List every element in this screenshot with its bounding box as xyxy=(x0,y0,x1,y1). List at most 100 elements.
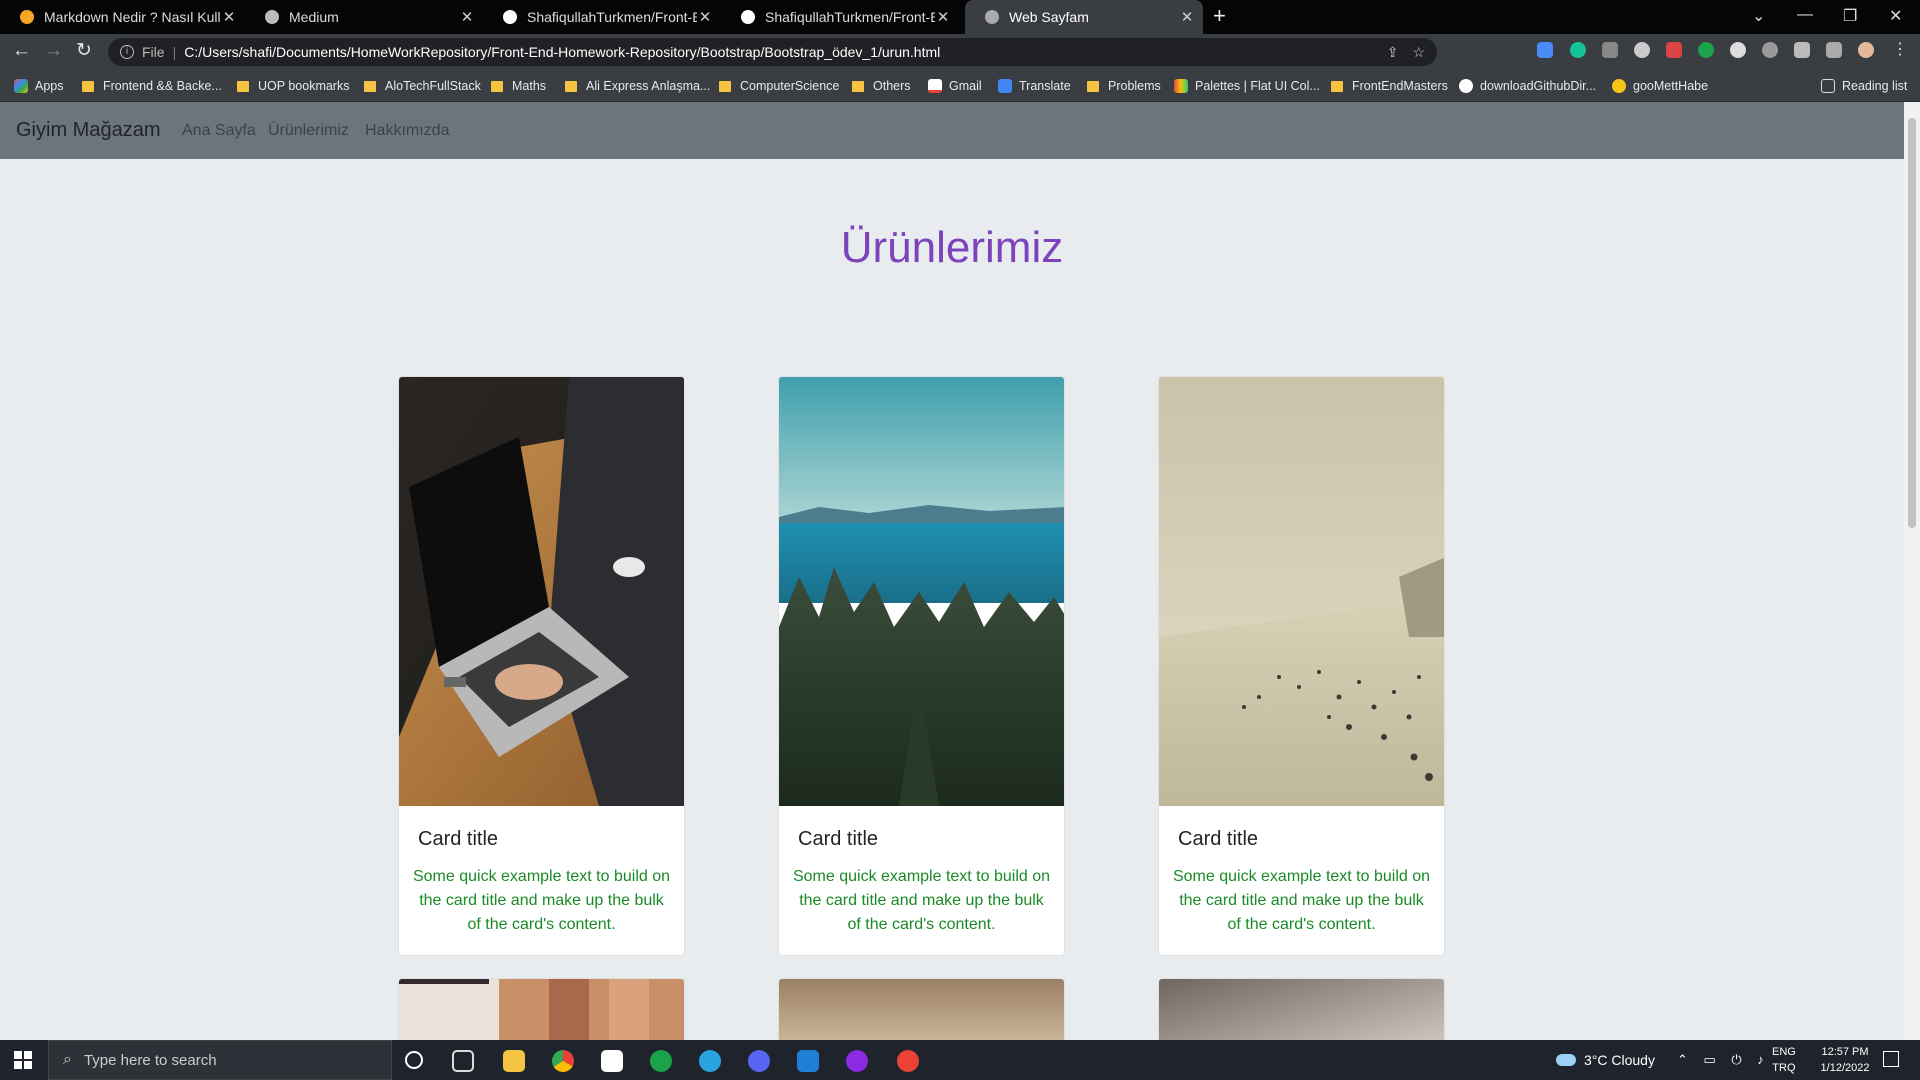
address-url[interactable]: C:/Users/shafi/Documents/HomeWorkReposit… xyxy=(184,44,940,60)
task-view-icon[interactable] xyxy=(452,1050,474,1072)
weather-widget[interactable]: 3°C Cloudy xyxy=(1556,1040,1655,1080)
bookmark-folder[interactable]: Maths xyxy=(491,76,546,96)
new-tab-icon[interactable]: + xyxy=(1213,5,1226,27)
browser-tab[interactable]: Markdown Nedir ? Nasıl Kullanılır ✕ xyxy=(0,0,245,34)
info-icon[interactable]: i xyxy=(120,45,134,59)
folder-icon xyxy=(491,80,503,92)
browser-tab[interactable]: ShafiqullahTurkmen/Front-End-Homework ✕ xyxy=(721,0,959,34)
folder-icon xyxy=(237,80,249,92)
bookmark-folder[interactable]: FrontEndMasters xyxy=(1331,76,1448,96)
file-explorer-icon[interactable] xyxy=(503,1050,525,1072)
taskbar-clock[interactable]: 12:57 PM 1/12/2022 xyxy=(1810,1044,1880,1076)
nav-link-urunlerimiz[interactable]: Ürünlerimiz xyxy=(268,122,349,140)
back-icon[interactable]: ← xyxy=(12,41,31,61)
address-scheme: File xyxy=(142,44,165,60)
close-tab-icon[interactable]: ✕ xyxy=(1179,8,1195,26)
cortana-icon[interactable] xyxy=(405,1051,423,1069)
bookmark-download-github[interactable]: downloadGithubDir... xyxy=(1459,76,1596,96)
podcast-app-icon[interactable] xyxy=(846,1050,868,1072)
browser-tab[interactable]: Medium ✕ xyxy=(245,0,483,34)
mongodb-icon[interactable] xyxy=(601,1050,623,1072)
grammarly-icon[interactable] xyxy=(1570,42,1586,58)
chrome-icon[interactable] xyxy=(552,1050,574,1072)
folder-icon xyxy=(719,80,731,92)
close-tab-icon[interactable]: ✕ xyxy=(221,8,237,26)
bookmark-goomett[interactable]: gooMettHabe xyxy=(1612,76,1708,96)
lang-code: ENG xyxy=(1772,1046,1796,1058)
extension-target-icon[interactable] xyxy=(1634,42,1650,58)
windows-start-icon[interactable] xyxy=(14,1051,32,1069)
share-icon[interactable]: ⇪ xyxy=(1387,44,1399,61)
nav-link-ana-sayfa[interactable]: Ana Sayfa xyxy=(182,122,256,140)
page-heading: Ürünlerimiz xyxy=(840,223,1064,272)
discord-icon[interactable] xyxy=(748,1050,770,1072)
product-card: Card title Some quick example text to bu… xyxy=(778,376,1065,956)
nav-link-hakkimizda[interactable]: Hakkımızda xyxy=(365,122,449,140)
extensions-puzzle-icon[interactable] xyxy=(1794,42,1810,58)
bookmark-folder[interactable]: Problems xyxy=(1087,76,1161,96)
restore-icon[interactable]: ❐ xyxy=(1843,6,1857,26)
card-image-partial xyxy=(1159,979,1444,1040)
bookmark-apps[interactable]: Apps xyxy=(14,76,64,96)
mongodb-compass-icon[interactable] xyxy=(650,1050,672,1072)
card-text: Some quick example text to build on the … xyxy=(412,868,671,933)
notifications-icon[interactable] xyxy=(1883,1051,1899,1067)
extension-circle-icon[interactable] xyxy=(1762,42,1778,58)
telegram-icon[interactable] xyxy=(699,1050,721,1072)
reading-list[interactable]: Reading list xyxy=(1821,76,1907,96)
bookmark-folder[interactable]: ComputerScience xyxy=(719,76,839,96)
bookmark-folder[interactable]: Frontend && Backe... xyxy=(82,76,222,96)
bookmark-label: Problems xyxy=(1108,79,1161,93)
product-card-partial xyxy=(398,978,685,1040)
browser-tab-active[interactable]: Web Sayfam ✕ xyxy=(965,0,1203,34)
extension-app-icon[interactable] xyxy=(1666,42,1682,58)
react-devtools-icon[interactable] xyxy=(1730,42,1746,58)
chrome-active-icon[interactable] xyxy=(897,1050,919,1072)
bookmark-label: ComputerScience xyxy=(740,79,840,93)
folder-icon xyxy=(852,80,864,92)
close-tab-icon[interactable]: ✕ xyxy=(697,8,713,26)
bookmark-folder[interactable]: UOP bookmarks xyxy=(237,76,349,96)
input-language[interactable]: ENG TRQ xyxy=(1772,1044,1796,1076)
page-scrollbar[interactable] xyxy=(1904,102,1920,1040)
github-icon xyxy=(741,10,755,24)
apps-grid-icon xyxy=(14,79,28,93)
close-tab-icon[interactable]: ✕ xyxy=(459,8,475,26)
browser-tab[interactable]: ShafiqullahTurkmen/Front-End-Homework ✕ xyxy=(483,0,721,34)
extension-t-icon[interactable] xyxy=(1698,42,1714,58)
bookmark-folder[interactable]: Ali Express Anlaşma... xyxy=(565,76,710,96)
reading-queue-icon[interactable] xyxy=(1826,42,1842,58)
bookmark-palettes[interactable]: Palettes | Flat UI Col... xyxy=(1174,76,1320,96)
search-placeholder: Type here to search xyxy=(83,1051,217,1069)
site-brand[interactable]: Giyim Mağazam xyxy=(16,119,160,142)
close-tab-icon[interactable]: ✕ xyxy=(935,8,951,26)
minimize-icon[interactable]: — xyxy=(1797,6,1813,24)
bookmark-translate[interactable]: Translate xyxy=(998,76,1071,96)
forward-icon[interactable]: → xyxy=(44,41,63,61)
reload-icon[interactable]: ↻ xyxy=(76,41,92,61)
tab-title: Web Sayfam xyxy=(1009,9,1089,25)
folder-icon xyxy=(82,80,94,92)
globe-icon xyxy=(265,10,279,24)
product-card: Card title Some quick example text to bu… xyxy=(398,376,685,956)
clock-time: 12:57 PM xyxy=(1821,1046,1869,1058)
browser-menu-icon[interactable]: ⋮ xyxy=(1892,42,1908,58)
vscode-icon[interactable] xyxy=(797,1050,819,1072)
address-bar[interactable]: i File | C:/Users/shafi/Documents/HomeWo… xyxy=(108,38,1437,66)
system-tray-icons[interactable]: ⌃ ▭ ⏻ ♪ xyxy=(1677,1040,1770,1080)
profile-avatar[interactable] xyxy=(1858,42,1874,58)
bookmark-folder[interactable]: Others xyxy=(852,76,911,96)
gmail-icon xyxy=(928,79,942,93)
card-title: Card title xyxy=(418,828,499,850)
cloud-icon xyxy=(1556,1054,1576,1066)
extension-save-icon[interactable] xyxy=(1537,42,1553,58)
tab-search-icon[interactable]: ⌄ xyxy=(1752,6,1765,26)
scrollbar-thumb[interactable] xyxy=(1908,118,1916,528)
taskbar-search[interactable]: ⌕ Type here to search xyxy=(48,1040,392,1080)
bookmark-star-icon[interactable]: ☆ xyxy=(1412,44,1425,61)
bookmark-gmail[interactable]: Gmail xyxy=(928,76,982,96)
extension-pen-icon[interactable] xyxy=(1602,42,1618,58)
bookmark-folder[interactable]: AloTechFullStack xyxy=(364,76,481,96)
bookmark-label: Translate xyxy=(1019,79,1071,93)
close-window-icon[interactable]: ✕ xyxy=(1889,6,1902,26)
